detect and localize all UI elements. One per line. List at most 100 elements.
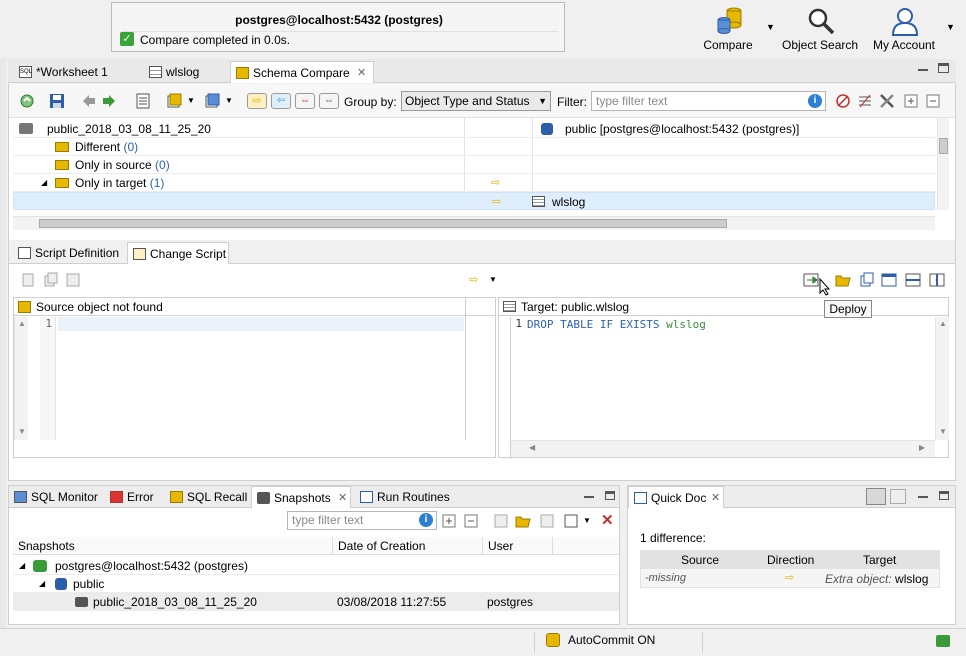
delete-icon[interactable]: ✕ bbox=[601, 511, 614, 529]
scroll-down-icon[interactable]: ▼ bbox=[939, 427, 947, 436]
tree-vertical-scrollbar[interactable] bbox=[937, 118, 949, 210]
refresh-compare-icon[interactable] bbox=[19, 93, 35, 109]
tree-row-only-target[interactable]: ◢ Only in target (1) ⇨ bbox=[13, 174, 935, 192]
expand-triangle-icon[interactable]: ◢ bbox=[39, 575, 45, 593]
save-icon[interactable] bbox=[49, 93, 65, 109]
target-select-icon[interactable] bbox=[205, 93, 221, 109]
table-row[interactable]: ◢ public bbox=[13, 575, 619, 593]
report-icon[interactable] bbox=[135, 93, 151, 109]
forward-icon[interactable] bbox=[101, 93, 117, 109]
target-vertical-scrollbar[interactable]: ▲ ▼ bbox=[935, 317, 949, 440]
layout-alt-icon[interactable] bbox=[890, 489, 906, 504]
source-select-icon[interactable] bbox=[167, 93, 183, 109]
maximize-icon[interactable] bbox=[605, 491, 615, 500]
layout-vertical-icon[interactable] bbox=[929, 272, 945, 288]
filter-input[interactable]: type filter text i bbox=[591, 91, 826, 111]
source-vertical-scrollbar[interactable]: ▲ ▼ bbox=[14, 317, 28, 440]
column-header-snapshots[interactable]: Snapshots bbox=[13, 537, 333, 555]
collapse-all-icon[interactable] bbox=[463, 513, 479, 529]
filter-both-button[interactable]: ⇔ bbox=[295, 93, 315, 109]
tree-row-different[interactable]: Different (0) bbox=[13, 138, 935, 156]
expand-all-icon[interactable] bbox=[441, 513, 457, 529]
tab-snapshots[interactable]: Snapshots ✕ bbox=[251, 486, 351, 508]
tree-row-only-source[interactable]: Only in source (0) bbox=[13, 156, 935, 174]
autocommit-status[interactable]: AutoCommit ON bbox=[568, 633, 655, 647]
info-icon[interactable]: i bbox=[419, 513, 433, 527]
info-icon[interactable]: i bbox=[808, 94, 822, 108]
my-account-button[interactable]: My Account bbox=[868, 4, 940, 54]
new-snapshot-dropdown-icon[interactable]: ▼ bbox=[583, 516, 591, 525]
schema-snapshot-icon[interactable] bbox=[539, 513, 555, 529]
table-row[interactable]: public_2018_03_08_11_25_20 03/08/2018 11… bbox=[13, 593, 619, 611]
tab-error[interactable]: Error bbox=[105, 486, 154, 508]
tab-schema-compare[interactable]: Schema Compare ✕ bbox=[230, 61, 374, 83]
tab-sql-monitor[interactable]: SQL Monitor bbox=[9, 486, 98, 508]
tab-sql-recall[interactable]: SQL Recall bbox=[165, 486, 247, 508]
tab-change-script[interactable]: Change Script bbox=[127, 242, 229, 264]
close-icon[interactable]: ✕ bbox=[711, 487, 720, 509]
group-by-select[interactable]: Object Type and Status ▼ bbox=[401, 91, 551, 111]
filter-equal-button[interactable]: ⇔ bbox=[319, 93, 339, 109]
minimize-icon[interactable] bbox=[918, 61, 928, 71]
tab-wlslog[interactable]: wlslog bbox=[144, 61, 199, 83]
source-dropdown-icon[interactable]: ▼ bbox=[187, 96, 195, 105]
layout-toggle-icon[interactable] bbox=[866, 488, 886, 505]
filter-target-to-source-button[interactable]: ⇦ bbox=[271, 93, 291, 109]
hide-filter-icon[interactable] bbox=[835, 93, 851, 109]
open-script-icon[interactable] bbox=[835, 272, 851, 288]
deploy-icon[interactable] bbox=[803, 272, 819, 288]
minimize-icon[interactable] bbox=[918, 490, 928, 498]
expand-triangle-icon[interactable]: ◢ bbox=[19, 557, 25, 575]
direction-dropdown-icon[interactable]: ▼ bbox=[489, 275, 497, 284]
column-header-date[interactable]: Date of Creation bbox=[333, 537, 483, 555]
maximize-icon[interactable] bbox=[939, 491, 949, 500]
target-code-line[interactable]: DROP TABLE IF EXISTS wlslog bbox=[527, 318, 706, 331]
collapse-all-icon[interactable] bbox=[925, 93, 941, 109]
copy-script-icon[interactable] bbox=[859, 272, 875, 288]
table-row[interactable]: ◢ postgres@localhost:5432 (postgres) bbox=[13, 557, 619, 575]
tab-quick-doc[interactable]: Quick Doc ✕ bbox=[628, 486, 724, 508]
tools-icon[interactable] bbox=[879, 93, 895, 109]
compare-dropdown-icon[interactable]: ▼ bbox=[766, 22, 775, 32]
scroll-up-icon[interactable]: ▲ bbox=[939, 319, 947, 328]
minimize-icon[interactable] bbox=[584, 490, 594, 498]
copy-left-icon[interactable] bbox=[21, 272, 37, 288]
object-search-button[interactable]: Object Search bbox=[782, 4, 858, 54]
copy-icon[interactable] bbox=[43, 272, 59, 288]
maximize-icon[interactable] bbox=[938, 63, 949, 73]
tree-root-row[interactable]: public_2018_03_08_11_25_20 public [postg… bbox=[13, 120, 935, 138]
direction-arrow-icon[interactable]: ⇨ bbox=[469, 273, 478, 286]
tab-run-routines[interactable]: Run Routines bbox=[355, 486, 450, 508]
filter-source-to-target-button[interactable]: ⇨ bbox=[247, 93, 267, 109]
tree-horizontal-scrollbar[interactable] bbox=[13, 216, 935, 230]
expand-triangle-icon[interactable]: ◢ bbox=[41, 174, 47, 192]
new-snapshot-icon[interactable] bbox=[563, 513, 579, 529]
scroll-right-icon[interactable]: ▶ bbox=[919, 443, 925, 452]
close-icon[interactable]: ✕ bbox=[357, 62, 366, 84]
scroll-down-icon[interactable]: ▼ bbox=[18, 427, 26, 436]
snapshots-filter-input[interactable]: type filter text i bbox=[287, 511, 437, 530]
target-dropdown-icon[interactable]: ▼ bbox=[225, 96, 233, 105]
tab-script-definition[interactable]: Script Definition bbox=[13, 242, 119, 264]
scroll-up-icon[interactable]: ▲ bbox=[18, 319, 26, 328]
scrollbar-thumb[interactable] bbox=[39, 219, 727, 228]
tab-worksheet[interactable]: SQL *Worksheet 1 bbox=[14, 61, 108, 83]
my-account-dropdown-icon[interactable]: ▼ bbox=[946, 22, 955, 32]
close-icon[interactable]: ✕ bbox=[338, 487, 347, 509]
compare-button[interactable]: Compare bbox=[698, 4, 758, 54]
current-line-highlight[interactable] bbox=[58, 317, 464, 331]
back-icon[interactable] bbox=[81, 93, 97, 109]
scroll-left-icon[interactable]: ◀ bbox=[529, 443, 535, 452]
sql-file-icon[interactable] bbox=[65, 272, 81, 288]
open-in-sql-editor-icon[interactable] bbox=[881, 272, 897, 288]
target-horizontal-scrollbar[interactable]: ◀ ▶ bbox=[511, 440, 935, 457]
expand-all-icon[interactable] bbox=[903, 93, 919, 109]
compare-snapshot-icon[interactable] bbox=[493, 513, 509, 529]
tree-row-wlslog[interactable]: ⇨ wlslog bbox=[13, 192, 935, 210]
scrollbar-thumb[interactable] bbox=[939, 138, 948, 154]
connection-status-icon[interactable] bbox=[936, 635, 950, 647]
layout-horizontal-icon[interactable] bbox=[905, 272, 921, 288]
column-header-user[interactable]: User bbox=[483, 537, 553, 555]
filter-settings-icon[interactable] bbox=[857, 93, 873, 109]
open-snapshot-icon[interactable] bbox=[515, 513, 531, 529]
